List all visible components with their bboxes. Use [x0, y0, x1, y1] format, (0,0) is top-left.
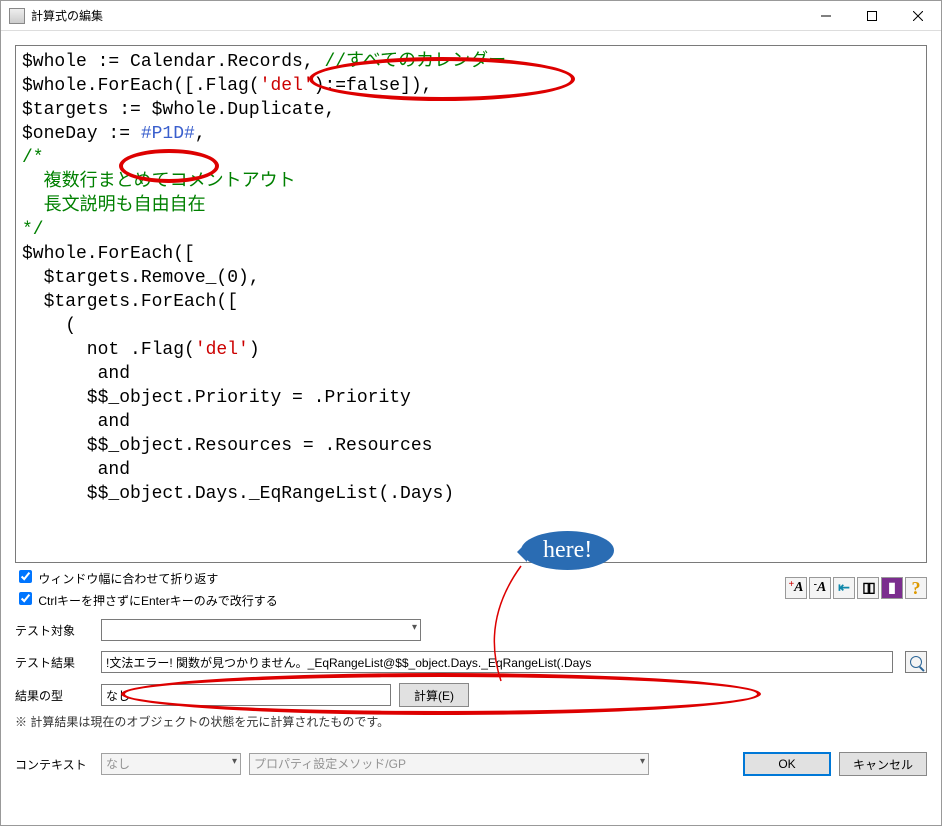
test-result-field[interactable]: [101, 651, 893, 673]
code-text: and: [22, 460, 130, 480]
code-text: $targets.ForEach([: [22, 292, 238, 312]
code-text: $whole.ForEach([: [22, 244, 195, 264]
wrap-checkbox-input[interactable]: [19, 570, 32, 583]
editor-toolbar: +A -A ⇤ ▯▯ ▮ ?: [785, 577, 927, 599]
code-string: 'del': [260, 76, 314, 96]
code-comment: 複数行まとめてコメントアウト: [22, 172, 296, 192]
code-text: $$_object.Resources = .Resources: [22, 436, 432, 456]
book-button[interactable]: ▮: [881, 577, 903, 599]
ok-button[interactable]: OK: [743, 752, 831, 776]
context-path-combo: プロパティ設定メソッド/GP: [249, 753, 649, 775]
code-text: (: [22, 316, 76, 336]
cancel-button[interactable]: キャンセル: [839, 752, 927, 776]
help-button[interactable]: ?: [905, 577, 927, 599]
code-text: ,: [195, 124, 206, 144]
search-result-button[interactable]: [905, 651, 927, 673]
enter-label: Ctrlキーを押さずにEnterキーのみで改行する: [38, 594, 277, 608]
options-row: ウィンドウ幅に合わせて折り返す Ctrlキーを押さずにEnterキーのみで改行す…: [15, 567, 927, 609]
code-text: $$_object.Priority = .Priority: [22, 388, 411, 408]
code-comment: /*: [22, 148, 44, 168]
code-text: $oneDay :=: [22, 124, 141, 144]
code-text: and: [22, 412, 130, 432]
test-target-label: テスト対象: [15, 622, 93, 639]
code-text: ): [249, 340, 260, 360]
calc-note: ※ 計算結果は現在のオブジェクトの状態を元に計算されたものです。: [15, 713, 927, 730]
test-result-row: テスト結果: [15, 651, 927, 673]
maximize-icon: [867, 11, 877, 21]
content-area: $whole := Calendar.Records, //すべてのカレンダー …: [1, 31, 941, 825]
bottom-row: コンテキスト なし プロパティ設定メソッド/GP OK キャンセル: [15, 752, 927, 776]
wrap-label: ウィンドウ幅に合わせて折り返す: [38, 572, 218, 586]
code-text: $whole := Calendar.Records,: [22, 52, 324, 72]
enter-checkbox[interactable]: Ctrlキーを押さずにEnterキーのみで改行する: [15, 589, 278, 609]
test-result-label: テスト結果: [15, 654, 93, 671]
close-button[interactable]: [895, 1, 941, 31]
code-comment: 長文説明も自由自在: [22, 196, 206, 216]
code-text: not .Flag(: [22, 340, 195, 360]
compute-button[interactable]: 計算(E): [399, 683, 469, 707]
expression-editor[interactable]: $whole := Calendar.Records, //すべてのカレンダー …: [15, 45, 927, 563]
close-icon: [913, 11, 923, 21]
code-text: $targets.Remove_(0),: [22, 268, 260, 288]
code-text: and: [22, 364, 130, 384]
test-target-combo[interactable]: [101, 619, 421, 641]
indent-button[interactable]: ⇤: [833, 577, 855, 599]
app-icon: [9, 8, 25, 24]
minimize-button[interactable]: [803, 1, 849, 31]
enter-checkbox-input[interactable]: [19, 592, 32, 605]
code-string: 'del': [195, 340, 249, 360]
window-title: 計算式の編集: [31, 7, 103, 24]
search-icon: [910, 656, 922, 668]
titlebar: 計算式の編集: [1, 1, 941, 31]
test-target-row: テスト対象: [15, 619, 927, 641]
font-increase-button[interactable]: +A: [785, 577, 807, 599]
code-text: ):=false]),: [314, 76, 433, 96]
code-comment: */: [22, 220, 44, 240]
minimize-icon: [821, 11, 831, 21]
result-type-field[interactable]: [101, 684, 391, 706]
columns-button[interactable]: ▯▯: [857, 577, 879, 599]
window: 計算式の編集 $whole := Calendar.Records, //すべて…: [0, 0, 942, 826]
code-text: $whole.ForEach([.Flag(: [22, 76, 260, 96]
context-label: コンテキスト: [15, 756, 93, 773]
code-text: $$_object.Days._EqRangeList(.Days): [22, 484, 454, 504]
context-combo: なし: [101, 753, 241, 775]
result-type-label: 結果の型: [15, 687, 93, 704]
result-type-row: 結果の型 計算(E): [15, 683, 927, 707]
code-text: $targets := $whole.Duplicate,: [22, 100, 335, 120]
code-comment: //すべてのカレンダー: [324, 52, 506, 72]
wrap-checkbox[interactable]: ウィンドウ幅に合わせて折り返す: [15, 567, 278, 587]
maximize-button[interactable]: [849, 1, 895, 31]
font-decrease-button[interactable]: -A: [809, 577, 831, 599]
code-literal: #P1D#: [141, 124, 195, 144]
